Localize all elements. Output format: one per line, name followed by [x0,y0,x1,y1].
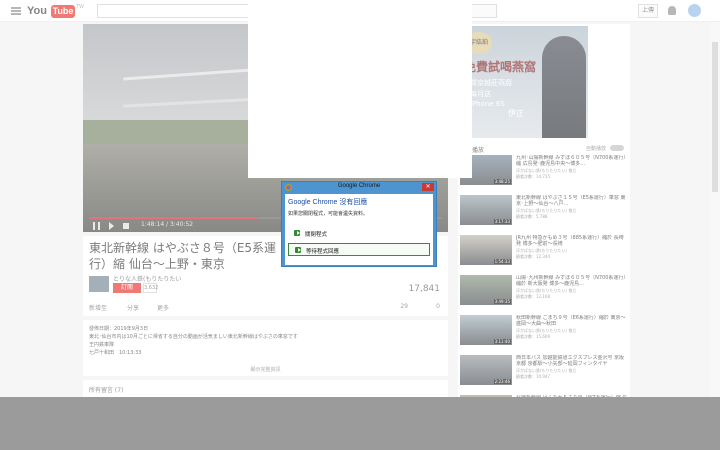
dialog-title: Google Chrome [337,183,381,189]
dialog-body: Google Chrome 沒有回應 如果您關閉程式，可能會遺失資料。 關閉程式… [285,194,433,265]
dialog-message: 如果您關閉程式，可能會遺失資料。 [288,211,369,217]
close-program-option[interactable]: 關閉程式 [288,227,430,240]
close-program-label: 關閉程式 [305,232,328,238]
arrow-right-icon [295,247,301,253]
wait-for-response-label: 等待程式回應 [306,249,340,255]
not-responding-dialog: Google Chrome ✕ Google Chrome 沒有回應 如果您關閉… [281,181,437,267]
dialog-close-button[interactable]: ✕ [422,183,434,191]
wait-for-response-option[interactable]: 等待程式回應 [288,243,430,256]
blank-repaint-area [248,0,472,178]
dialog-heading: Google Chrome 沒有回應 [288,199,368,206]
arrow-right-icon [294,230,300,236]
dialog-titlebar[interactable]: Google Chrome ✕ [282,182,436,193]
grey-unpainted-area [0,397,720,450]
